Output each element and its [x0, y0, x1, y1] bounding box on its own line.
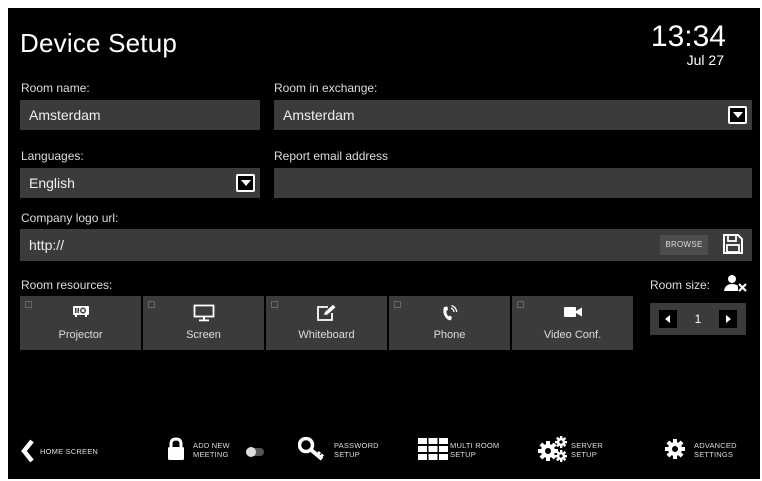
- add-new-meeting-line1: ADD NEW: [193, 441, 230, 450]
- report-email-label: Report email address: [274, 149, 389, 163]
- gears-icon: [538, 436, 568, 467]
- room-exchange-select[interactable]: Amsterdam: [274, 100, 752, 130]
- remove-user-icon[interactable]: [724, 274, 748, 297]
- password-setup-label: PASSWORD SETUP: [334, 441, 379, 459]
- server-setup-label: SERVER SETUP: [571, 441, 603, 459]
- video-camera-icon: [512, 304, 633, 324]
- room-size-stepper[interactable]: 1: [650, 303, 746, 335]
- resource-label: Video Conf.: [543, 329, 602, 341]
- resource-label: Phone: [433, 329, 466, 341]
- company-logo-value: http://: [29, 237, 65, 253]
- add-new-meeting-label: ADD NEW MEETING: [193, 441, 230, 459]
- languages-value: English: [29, 175, 75, 191]
- advanced-settings-label: ADVANCED SETTINGS: [694, 441, 737, 459]
- resource-tile-screen[interactable]: Screen: [143, 296, 264, 350]
- lock-icon: [166, 437, 186, 466]
- grid-icon: [418, 438, 448, 465]
- resource-label: Whiteboard: [298, 329, 355, 341]
- device-setup-screen: Device Setup 13:34 Jul 27 Room name: Ams…: [8, 8, 760, 479]
- home-screen-label: HOME SCREEN: [40, 447, 99, 456]
- resource-tile-video-conf[interactable]: Video Conf.: [512, 296, 633, 350]
- chevron-left-icon: [20, 439, 36, 468]
- clock-time: 13:34: [650, 20, 726, 53]
- multi-room-setup-button[interactable]: MULTI ROOM SETUP: [418, 436, 518, 466]
- resource-tile-phone[interactable]: Phone: [389, 296, 510, 350]
- room-exchange-label: Room in exchange:: [274, 81, 378, 95]
- toggle-switch[interactable]: [244, 445, 266, 463]
- page-title: Device Setup: [20, 28, 178, 58]
- gear-icon: [664, 438, 686, 465]
- add-new-meeting-toggle[interactable]: ADD NEW MEETING: [166, 436, 276, 466]
- home-screen-button[interactable]: HOME SCREEN: [20, 436, 120, 466]
- projector-icon: [20, 304, 141, 324]
- multi-room-setup-label: MULTI ROOM SETUP: [450, 441, 499, 459]
- password-setup-line2: SETUP: [334, 450, 361, 459]
- save-icon[interactable]: [722, 233, 744, 266]
- increase-icon[interactable]: [719, 310, 737, 328]
- company-logo-label: Company logo url:: [21, 211, 119, 225]
- server-setup-line1: SERVER: [571, 441, 603, 450]
- dropdown-arrow-icon[interactable]: [728, 106, 747, 124]
- resource-label: Projector: [58, 329, 103, 341]
- advanced-settings-button[interactable]: ADVANCED SETTINGS: [664, 436, 754, 466]
- room-name-field[interactable]: Amsterdam: [20, 100, 260, 130]
- phone-icon: [389, 304, 510, 324]
- monitor-icon: [143, 304, 264, 324]
- languages-label: Languages:: [21, 149, 84, 163]
- room-resources-label: Room resources:: [21, 278, 113, 292]
- resource-label: Screen: [186, 329, 221, 341]
- multi-room-setup-line2: SETUP: [450, 450, 477, 459]
- multi-room-setup-line1: MULTI ROOM: [450, 441, 500, 450]
- company-logo-field[interactable]: http:// BROWSE: [20, 229, 752, 261]
- dropdown-arrow-icon[interactable]: [236, 174, 255, 192]
- room-name-label: Room name:: [21, 81, 90, 95]
- resource-tile-projector[interactable]: Projector: [20, 296, 141, 350]
- clock-date: Jul 27: [686, 52, 724, 68]
- password-setup-line1: PASSWORD: [334, 441, 379, 450]
- browse-button[interactable]: BROWSE: [660, 235, 708, 255]
- languages-select[interactable]: English: [20, 168, 260, 198]
- whiteboard-icon: [266, 304, 387, 324]
- key-icon: [297, 436, 328, 466]
- room-size-label: Room size:: [650, 278, 711, 292]
- server-setup-line2: SETUP: [571, 450, 598, 459]
- server-setup-button[interactable]: SERVER SETUP: [538, 436, 628, 466]
- report-email-field[interactable]: [274, 168, 752, 198]
- advanced-settings-line1: ADVANCED: [694, 441, 737, 450]
- resource-tile-whiteboard[interactable]: Whiteboard: [266, 296, 387, 350]
- password-setup-button[interactable]: PASSWORD SETUP: [297, 436, 388, 466]
- advanced-settings-line2: SETTINGS: [694, 450, 734, 459]
- room-exchange-value: Amsterdam: [283, 107, 355, 123]
- add-new-meeting-line2: MEETING: [193, 450, 229, 459]
